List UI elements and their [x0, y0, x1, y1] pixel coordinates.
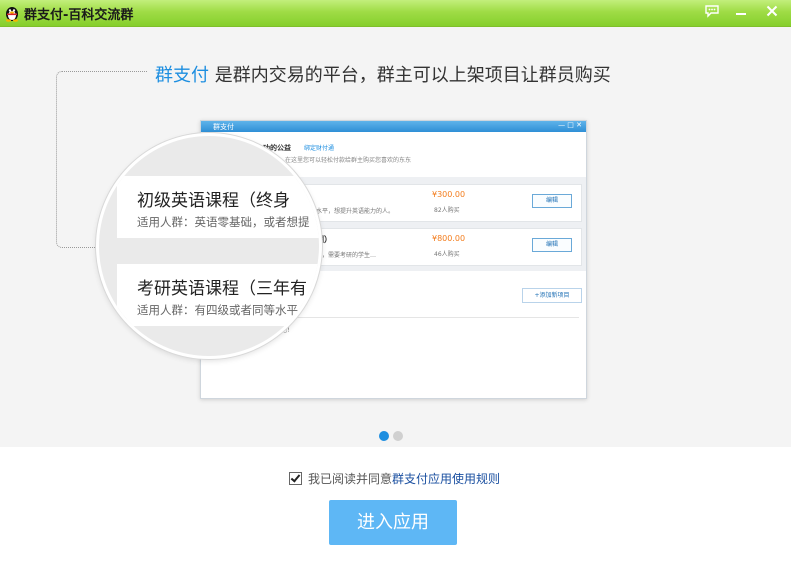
enter-app-button[interactable]: 进入应用 — [329, 500, 457, 545]
magnified-item-title: 考研英语课程（三年有 — [137, 279, 307, 299]
preview-item-buyers: 82人购买 — [434, 207, 460, 214]
magnified-item-title: 初级英语课程（终身 — [137, 191, 290, 211]
magnified-item-desc: 适用人群：有四级或者同等水平 — [137, 303, 298, 317]
magnified-item-desc: 适用人群：英语零基础，或者想提 — [137, 215, 310, 229]
preview-title: 群支付 — [213, 123, 234, 131]
title-bar: 群支付-百科交流群 — [0, 0, 791, 27]
chat-bubble-icon[interactable] — [700, 1, 724, 21]
intro-text: 是群内交易的平台，群主可以上架项目让群员购买 — [209, 65, 611, 86]
minimize-button[interactable] — [729, 1, 753, 21]
agreement-row: 我已阅读并同意群支付应用使用规则 — [289, 470, 500, 487]
pager-dot-2[interactable] — [393, 431, 403, 441]
preview-add-item-button: +添加新项目 — [522, 288, 582, 303]
preview-titlebar: 群支付 — □ ✕ — [201, 121, 586, 132]
close-icon — [766, 5, 778, 17]
minimize-icon — [736, 13, 746, 15]
intro-brand: 群支付 — [155, 65, 209, 86]
carousel-pager — [379, 426, 407, 445]
intro-heading: 群支付 是群内交易的平台，群主可以上架项目让群员购买 — [155, 61, 611, 87]
preview-item-price: ¥300.00 — [432, 190, 466, 199]
close-button[interactable] — [760, 1, 784, 21]
preview-item-buyers: 46人购买 — [434, 251, 460, 258]
pager-dot-1[interactable] — [379, 431, 389, 441]
agreement-text: 我已阅读并同意 — [308, 472, 393, 486]
preview-item-price: ¥800.00 — [432, 234, 466, 243]
preview-edit-button: 编辑 — [532, 194, 572, 208]
magnifier-lens: 初级英语课程（终身 适用人群：英语零基础，或者想提 考研英语课程（三年有 适用人… — [96, 133, 322, 359]
preview-item-desc: 力，需要考研的学生… — [316, 252, 377, 259]
magnified-item: 考研英语课程（三年有 适用人群：有四级或者同等水平 — [117, 264, 319, 326]
qq-penguin-icon — [6, 7, 18, 22]
preview-item: 期） 力，需要考研的学生… ¥800.00 46人购买 编辑 — [301, 228, 582, 266]
agreement-checkbox[interactable] — [289, 472, 302, 485]
preview-edit-button: 编辑 — [532, 238, 572, 252]
preview-window-controls: — □ ✕ — [558, 121, 582, 129]
preview-item: 水平，想提升英语能力的人。 ¥300.00 82人购买 编辑 — [301, 184, 582, 222]
preview-item-desc: 水平，想提升英语能力的人。 — [316, 208, 395, 215]
preview-head-link: 绑定财付通 — [304, 145, 335, 152]
window-title: 群支付-百科交流群 — [24, 8, 134, 23]
intro-panel: 群支付 是群内交易的平台，群主可以上架项目让群员购买 群支付 — □ ✕ 功的公… — [0, 27, 791, 447]
magnified-item: 初级英语课程（终身 适用人群：英语零基础，或者想提 — [117, 176, 319, 238]
preview-head-desc: 在这里您可以轻松付款给群主购买您喜欢的东东 — [285, 157, 412, 164]
agreement-rules-link[interactable]: 群支付应用使用规则 — [392, 472, 500, 486]
